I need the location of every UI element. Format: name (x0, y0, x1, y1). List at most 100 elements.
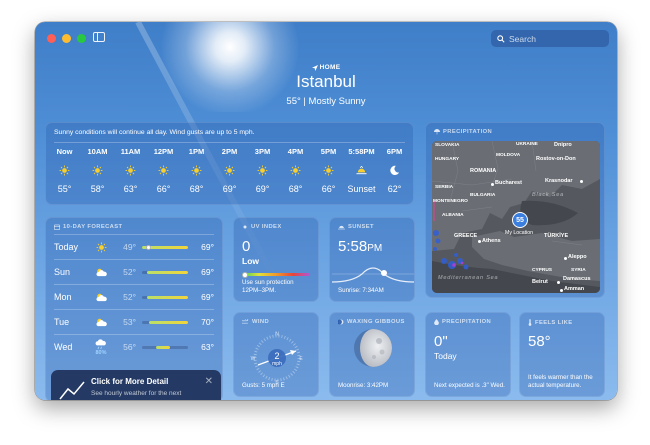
more-detail-tooltip[interactable]: Click for More Detail See hourly weather… (51, 370, 221, 400)
hour-temp: 69° (222, 184, 237, 194)
map-label-greece: GREECE (454, 233, 478, 239)
hour-temp: 66° (156, 184, 171, 194)
map-label-bulgaria: BULGARIA (470, 193, 496, 198)
moon-gibbous-icon (354, 329, 392, 367)
compass-w: W (251, 356, 256, 362)
wind-gusts: Gusts: 5 mph E (242, 381, 285, 389)
day-low: 52° (123, 267, 136, 277)
hour-temp: Sunset (347, 184, 376, 194)
uv-note: Use sun protection 12PM–3PM. (242, 278, 294, 294)
current-temp-condition: 55° | Mostly Sunny (286, 96, 366, 107)
search-input[interactable] (509, 33, 599, 44)
search-field[interactable] (491, 30, 609, 47)
precip-note: Next expected is .3" Wed. (434, 381, 505, 389)
uv-level: Low (242, 256, 259, 266)
precip-value: 0" (434, 333, 448, 350)
hourly-item: 10AM 58° (81, 147, 114, 194)
hour-temp: 68° (189, 184, 204, 194)
map-label-cyprus: CYPRUS (532, 268, 552, 273)
partly-cloudy-icon (90, 317, 112, 328)
hour-time: 2PM (221, 147, 238, 156)
chart-line-icon (59, 381, 85, 400)
map-label-amman: Amman (564, 286, 585, 292)
map-label-black-sea: Black Sea (532, 192, 564, 198)
map-label-ukraine: UKRAINE (516, 142, 538, 147)
hourly-item: 5PM 66° (312, 147, 345, 194)
map-label-moldova: MOLDOVA (496, 153, 521, 158)
hour-time: 4PM (287, 147, 304, 156)
moon-title: WAXING GIBBOUS (338, 319, 405, 325)
location-header: HOME Istanbul 55° | Mostly Sunny (35, 64, 617, 107)
wind-title-text: WIND (252, 319, 270, 325)
map-label-syria: SYRIA (571, 268, 586, 273)
precipitation-map-card[interactable]: PRECIPITATION SLOVAKIA UKRAINE Dnipro HU… (425, 122, 605, 298)
sunset-time: 5:58PM (338, 238, 382, 255)
hour-time: 12PM (153, 147, 174, 156)
map-title-text: PRECIPITATION (443, 129, 493, 135)
minimize-window-button[interactable] (62, 34, 71, 43)
day-high: 70° (201, 317, 214, 327)
wind-card[interactable]: WIND 2 mph N E S W Gusts: 5 mph E (233, 312, 319, 397)
close-window-button[interactable] (47, 34, 56, 43)
moon-small-icon (338, 319, 344, 325)
forecast-day-row[interactable]: Sun 52° 69° (54, 259, 214, 284)
close-icon[interactable]: ✕ (205, 376, 213, 387)
map-label-my-location: My Location (505, 230, 533, 236)
map-label-slovakia: SLOVAKIA (435, 143, 460, 148)
zoom-window-button[interactable] (77, 34, 86, 43)
moon-title-text: WAXING GIBBOUS (347, 319, 405, 325)
sidebar-toggle-icon[interactable] (93, 32, 105, 42)
uv-scale-bar (242, 273, 310, 276)
precip-period: Today (434, 351, 457, 361)
sun-icon (213, 161, 246, 179)
forecast-day-row[interactable]: Mon 52° 69° (54, 284, 214, 309)
day-name: Wed (54, 342, 73, 352)
sunset-card[interactable]: SUNSET 5:58PM Sunrise: 7:34AM (329, 217, 415, 302)
day-low: 52° (123, 292, 136, 302)
day-low: 49° (123, 242, 136, 252)
moon-icon (378, 161, 411, 179)
hour-time: 5PM (320, 147, 337, 156)
sunset-ampm: PM (367, 243, 383, 254)
hour-temp: 55° (57, 184, 72, 194)
feels-title: FEELS LIKE (528, 319, 573, 326)
hourly-list: Now 55° 10AM 58° 11AM 63° 12PM 66° 1PM 6… (48, 147, 411, 194)
precipitation-card[interactable]: PRECIPITATION 0" Today Next expected is … (425, 312, 511, 397)
precip-chance: 80% (95, 349, 107, 356)
map-label-bucharest: Bucharest (495, 180, 522, 186)
forecast-day-row[interactable]: Wed 80% 56° 63° (54, 334, 214, 359)
sun-icon (279, 161, 312, 179)
feels-like-card[interactable]: FEELS LIKE 58° It feels warmer than the … (519, 312, 605, 397)
day-high: 69° (201, 267, 214, 277)
map-label-dnipro: Dnipro (554, 142, 572, 148)
map-label-krasnodar: Krasnodar (545, 178, 573, 184)
hourly-item: Now 55° (48, 147, 81, 194)
forecast-day-row[interactable]: Tue 53° 70° (54, 309, 214, 334)
sunset-time-value: 5:58 (338, 238, 368, 255)
hour-temp: 66° (321, 184, 336, 194)
hourly-item: 3PM 69° (246, 147, 279, 194)
hour-time: 10AM (87, 147, 108, 156)
hour-temp: 68° (288, 184, 303, 194)
moon-phase-card[interactable]: WAXING GIBBOUS Moonrise: 3:42PM (329, 312, 415, 397)
precip-title: PRECIPITATION (434, 319, 491, 325)
precip-title-text: PRECIPITATION (442, 319, 492, 325)
precipitation-map[interactable]: SLOVAKIA UKRAINE Dnipro HUNGARY MOLDOVA … (432, 141, 600, 293)
forecast-day-row[interactable]: Today 49° 69° (54, 234, 214, 259)
sunset-icon (345, 161, 378, 179)
hourly-forecast-card[interactable]: Sunny conditions will continue all day. … (45, 122, 414, 205)
wind-title: WIND (242, 319, 269, 325)
hour-time: 11AM (120, 147, 141, 156)
my-location-marker[interactable]: 55 (512, 212, 528, 228)
temp-range-fill (146, 270, 188, 274)
hour-time: 5:58PM (348, 147, 375, 156)
current-temp-dot (146, 244, 152, 250)
uv-index-card[interactable]: UV INDEX 0 Low Use sun protection 12PM–3… (233, 217, 319, 302)
map-label-athens: Athens (482, 238, 501, 244)
hourly-item: 6PM 62° (378, 147, 411, 194)
day-name: Sun (54, 267, 71, 277)
temp-range-fill (146, 295, 188, 299)
wind-unit: mph (272, 361, 282, 367)
rain-cloud-icon: 80% (90, 338, 112, 356)
uv-title: UV INDEX (242, 224, 282, 230)
